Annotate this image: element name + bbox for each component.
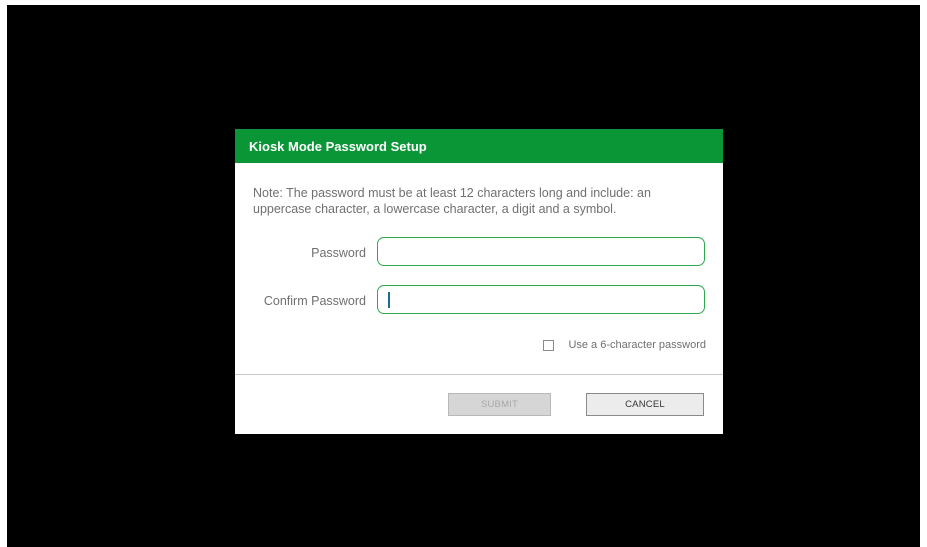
- dialog-title: Kiosk Mode Password Setup: [235, 129, 723, 163]
- cancel-button[interactable]: CANCEL: [586, 393, 704, 416]
- kiosk-screen-background: Kiosk Mode Password Setup Note: The pass…: [7, 5, 920, 547]
- password-requirements-note: Note: The password must be at least 12 c…: [253, 186, 651, 216]
- password-label: Password: [311, 246, 366, 260]
- six-char-checkbox[interactable]: [543, 339, 555, 351]
- footer-divider: [235, 374, 723, 375]
- submit-button[interactable]: SUBMIT: [448, 393, 551, 416]
- six-char-option[interactable]: Use a 6-character password: [543, 339, 706, 351]
- six-char-checkbox-label: Use a 6-character password: [568, 339, 706, 351]
- password-setup-dialog: Kiosk Mode Password Setup Note: The pass…: [235, 129, 723, 434]
- password-input[interactable]: [377, 237, 705, 266]
- confirm-password-label: Confirm Password: [263, 294, 366, 308]
- confirm-password-input[interactable]: [377, 285, 705, 314]
- text-cursor: [388, 292, 390, 308]
